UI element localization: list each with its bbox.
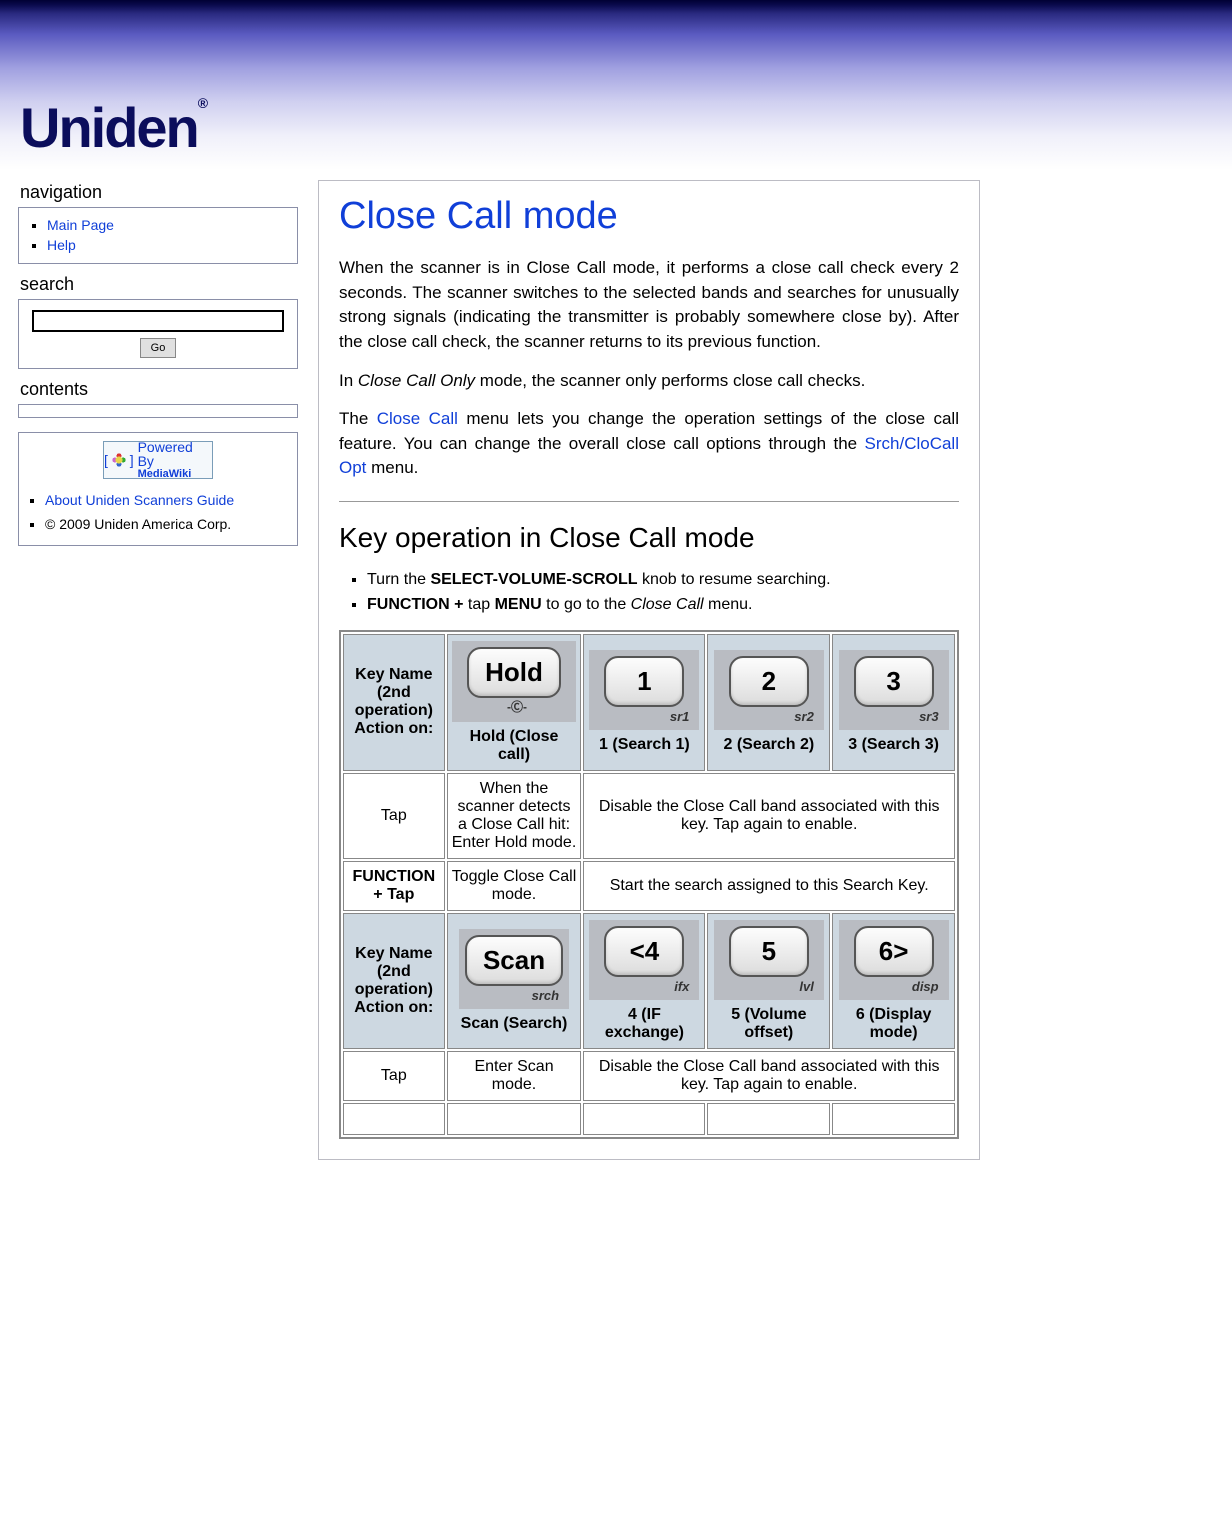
go-button[interactable]: Go bbox=[140, 338, 177, 358]
hdr-hold-label: Hold (Close call) bbox=[452, 728, 577, 764]
hdr-k5: 5 lvl 5 (Volume offset) bbox=[707, 913, 830, 1049]
keycap-1: 1 bbox=[604, 656, 684, 707]
tap-123-cell: Disable the Close Call band associated w… bbox=[583, 773, 955, 859]
partial-row-c2 bbox=[447, 1103, 582, 1135]
tap-hold-cell: When the scanner detects a Close Call hi… bbox=[447, 773, 582, 859]
partial-row-c1 bbox=[343, 1103, 445, 1135]
badge-bottom: MediaWiki bbox=[138, 469, 212, 481]
hdr-k4: <4 ifx 4 (IF exchange) bbox=[583, 913, 705, 1049]
partial-row-c3 bbox=[583, 1103, 705, 1135]
intro-p3: The Close Call menu lets you change the … bbox=[339, 407, 959, 481]
keycap-4: <4 bbox=[604, 926, 684, 977]
ftap-hold-cell: Toggle Close Call mode. bbox=[447, 861, 582, 911]
header-banner: Uniden® bbox=[0, 0, 1232, 170]
bracket-left: [ bbox=[104, 453, 108, 468]
divider bbox=[339, 501, 959, 502]
close-call-icon: -Ⓒ- bbox=[507, 698, 527, 715]
sub-srch: srch bbox=[465, 988, 563, 1003]
partial-row-c4 bbox=[707, 1103, 830, 1135]
keycap-3: 3 bbox=[854, 656, 934, 707]
tap-scan-cell: Enter Scan mode. bbox=[447, 1051, 582, 1101]
partial-row-c5 bbox=[832, 1103, 955, 1135]
logo-registered: ® bbox=[198, 95, 208, 111]
hdr-k4-label: 4 (IF exchange) bbox=[588, 1006, 700, 1042]
keycap-6: 6> bbox=[854, 926, 934, 977]
sub-disp: disp bbox=[845, 979, 943, 994]
op-1: Turn the SELECT-VOLUME-SCROLL knob to re… bbox=[367, 568, 959, 593]
logo-text: Uniden bbox=[20, 96, 198, 159]
hdr-k3-label: 3 (Search 3) bbox=[837, 736, 950, 754]
intro-p2: In Close Call Only mode, the scanner onl… bbox=[339, 369, 959, 394]
powered-by-mediawiki-badge[interactable]: [ ] Powered By MediaWiki bbox=[103, 441, 213, 479]
sub-sr2: sr2 bbox=[720, 709, 818, 724]
sub-lvl: lvl bbox=[720, 979, 818, 994]
hdr-scan-label: Scan (Search) bbox=[452, 1015, 577, 1033]
operation-list: Turn the SELECT-VOLUME-SCROLL knob to re… bbox=[367, 568, 959, 618]
contents-title: contents bbox=[20, 379, 298, 400]
bracket-right: ] bbox=[130, 453, 134, 468]
hdr-k2-label: 2 (Search 2) bbox=[712, 736, 825, 754]
sub-sr1: sr1 bbox=[595, 709, 693, 724]
about-link[interactable]: About Uniden Scanners Guide bbox=[45, 492, 234, 508]
hdr-k6: 6> disp 6 (Display mode) bbox=[832, 913, 955, 1049]
hdr-k1: 1 sr1 1 (Search 1) bbox=[583, 634, 705, 771]
hdr-scan: Scan srch Scan (Search) bbox=[447, 913, 582, 1049]
hdr-k2: 2 sr2 2 (Search 2) bbox=[707, 634, 830, 771]
tap-456-cell: Disable the Close Call band associated w… bbox=[583, 1051, 955, 1101]
sub-sr3: sr3 bbox=[845, 709, 943, 724]
row-tap2-label: Tap bbox=[343, 1051, 445, 1101]
section-key-operation: Key operation in Close Call mode bbox=[339, 522, 959, 554]
ftap-123-cell: Start the search assigned to this Search… bbox=[583, 861, 955, 911]
hdr-k6-label: 6 (Display mode) bbox=[837, 1006, 950, 1042]
hdr-k5-label: 5 (Volume offset) bbox=[712, 1006, 825, 1042]
contents-box bbox=[18, 404, 298, 418]
hdr-k1-label: 1 (Search 1) bbox=[588, 736, 700, 754]
keycap-5: 5 bbox=[729, 926, 809, 977]
sub-ifx: ifx bbox=[595, 979, 693, 994]
badge-top: Powered By bbox=[138, 439, 193, 470]
copyright-text: © 2009 Uniden America Corp. bbox=[45, 513, 291, 537]
keycap-2: 2 bbox=[729, 656, 809, 707]
hdr-hold: Hold-Ⓒ- Hold (Close call) bbox=[447, 634, 582, 771]
hdr-label: Key Name (2nd operation) Action on: bbox=[343, 634, 445, 771]
close-call-link[interactable]: Close Call bbox=[377, 409, 458, 428]
footer-box: [ ] Powered By MediaWiki About Uniden Sc… bbox=[18, 432, 298, 546]
row-ftap-label: FUNCTION + Tap bbox=[343, 861, 445, 911]
logo: Uniden® bbox=[20, 95, 208, 160]
mediawiki-flower-icon bbox=[112, 453, 126, 467]
key-operation-table: Key Name (2nd operation) Action on: Hold… bbox=[339, 630, 959, 1139]
row-tap-label: Tap bbox=[343, 773, 445, 859]
keycap-scan: Scan bbox=[465, 935, 563, 986]
keycap-hold: Hold bbox=[467, 647, 561, 698]
op-2: FUNCTION + tap MENU to go to the Close C… bbox=[367, 593, 959, 618]
hdr-k3: 3 sr3 3 (Search 3) bbox=[832, 634, 955, 771]
hdr-label-2: Key Name (2nd operation) Action on: bbox=[343, 913, 445, 1049]
